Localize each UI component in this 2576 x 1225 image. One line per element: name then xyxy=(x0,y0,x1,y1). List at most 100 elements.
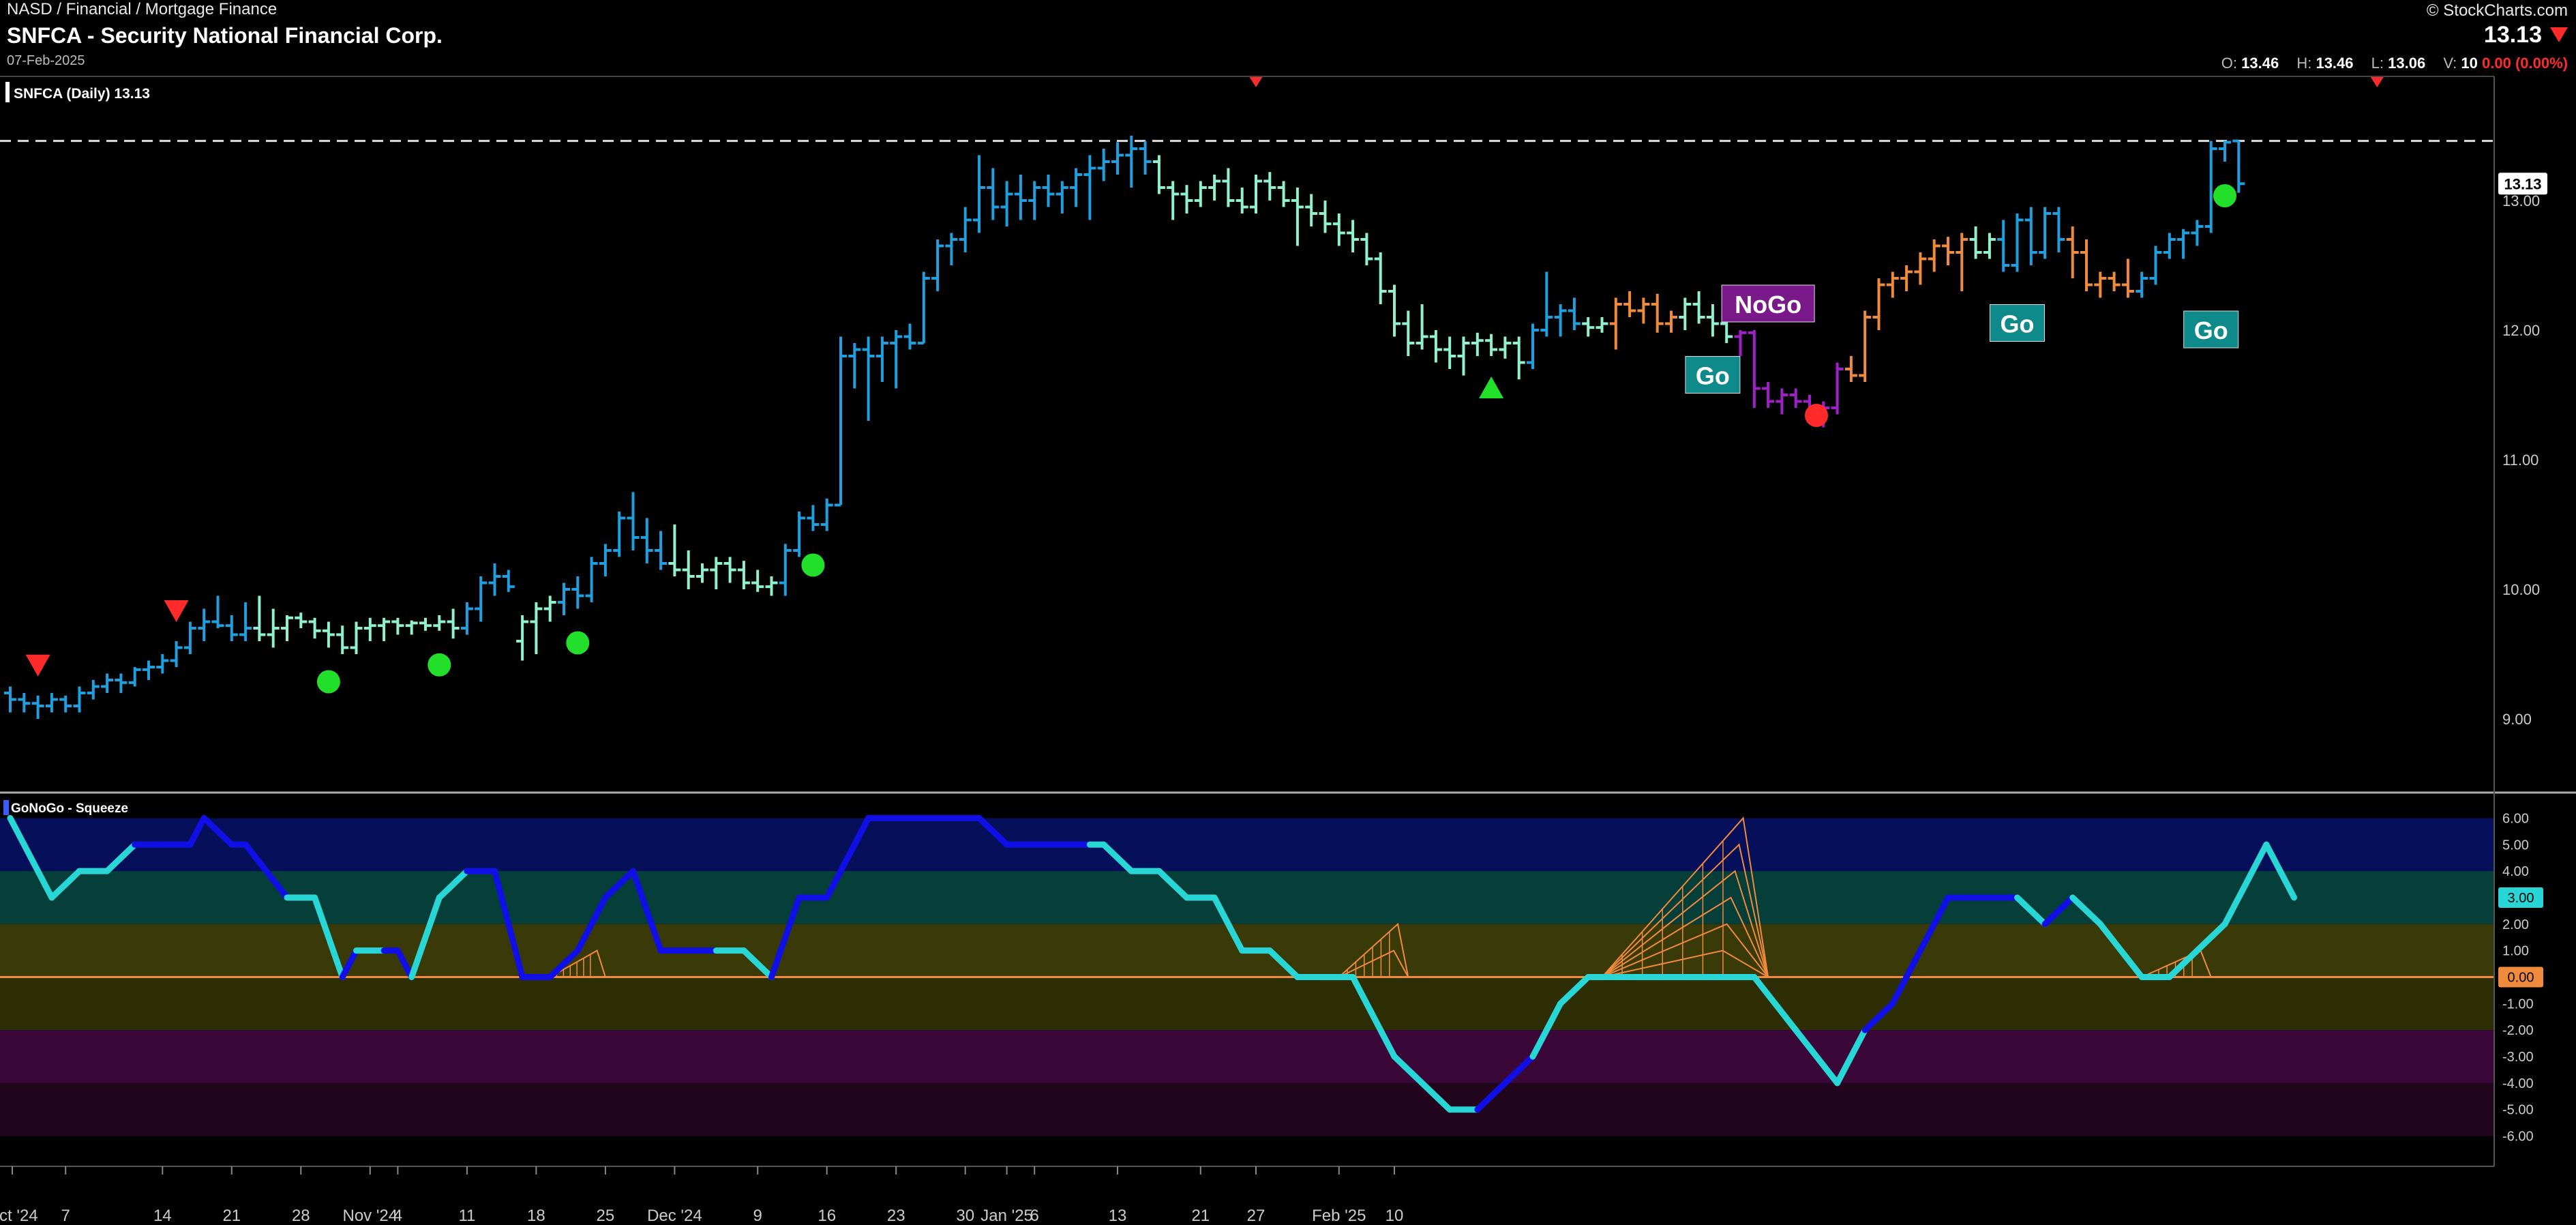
price-bar xyxy=(987,168,1000,220)
price-bar xyxy=(2024,207,2037,265)
price-bar xyxy=(627,492,640,550)
price-bar xyxy=(655,531,668,570)
price-bar xyxy=(1596,317,1608,333)
price-bar xyxy=(1042,175,1055,207)
price-bar xyxy=(45,693,58,713)
price-panel[interactable]: SNFCA (Daily) 13.13 Go NoGo Go Go xyxy=(0,76,2494,719)
price-bar xyxy=(488,563,501,596)
price-bar xyxy=(183,621,196,654)
price-bar xyxy=(2039,207,2052,259)
price-bar xyxy=(1956,233,1968,291)
price-bar xyxy=(1125,136,1138,188)
price-bar xyxy=(1416,304,1428,350)
price-bar xyxy=(1429,330,1442,363)
green-dot-icon xyxy=(316,670,340,694)
price-bar xyxy=(378,617,391,641)
osc-band xyxy=(0,818,2494,872)
label-text: Go xyxy=(1696,362,1730,390)
price-bar xyxy=(1180,185,1193,213)
price-y-tick: 13.00 xyxy=(2502,192,2540,209)
label-text: Go xyxy=(2194,316,2228,344)
go-label: Go xyxy=(1990,304,2045,342)
oscillator-panel[interactable]: GoNoGo - Squeeze xyxy=(0,800,2494,1136)
osc-band xyxy=(0,1030,2494,1083)
price-bar xyxy=(1360,233,1373,265)
price-bar xyxy=(18,693,31,713)
price-bar xyxy=(2094,271,2107,298)
price-bar xyxy=(710,557,723,589)
price-bar xyxy=(350,621,363,654)
x-tick-label: 4 xyxy=(393,1207,402,1225)
price-bar xyxy=(1859,310,1872,382)
price-bar xyxy=(156,654,169,674)
price-bar xyxy=(516,615,529,661)
price-bar xyxy=(1332,213,1345,246)
price-bar xyxy=(225,615,238,641)
price-bar xyxy=(1582,317,1595,337)
price-bar xyxy=(1235,188,1248,213)
price-bar xyxy=(2191,220,2204,246)
osc-legend: GoNoGo - Squeeze xyxy=(11,801,128,816)
price-bar xyxy=(2080,239,2093,291)
price-bar xyxy=(779,544,792,596)
price-bar xyxy=(862,336,875,421)
price-bar xyxy=(835,336,847,507)
price-bar xyxy=(363,617,376,641)
price-bar xyxy=(4,686,16,713)
down-triangle-icon xyxy=(2370,76,2384,87)
price-legend: SNFCA (Daily) 13.13 xyxy=(14,86,150,102)
price-bar xyxy=(696,563,708,583)
price-bar xyxy=(2232,139,2245,193)
price-bar xyxy=(1692,291,1705,324)
price-bar xyxy=(1997,220,2010,272)
price-bar xyxy=(281,615,293,641)
price-bar xyxy=(308,617,321,639)
price-y-tick: 11.00 xyxy=(2502,452,2538,469)
osc-y-tick: -6.00 xyxy=(2502,1130,2534,1145)
osc-legend-marker xyxy=(3,800,9,815)
price-bar xyxy=(502,570,515,592)
price-bar xyxy=(391,617,404,635)
zero-tag: 0.00 xyxy=(2508,971,2534,986)
price-bar xyxy=(2052,207,2065,252)
price-bar xyxy=(101,673,114,693)
price-bar xyxy=(2163,233,2176,259)
price-bar xyxy=(1471,332,1484,356)
price-bar xyxy=(1637,297,1650,324)
green-dot-icon xyxy=(801,553,825,577)
price-bar xyxy=(336,625,349,654)
price-bar xyxy=(682,550,695,589)
stock-chart[interactable]: SNFCA (Daily) 13.13 Go NoGo Go Go GoNoGo - S… xyxy=(0,0,2576,1225)
x-tick-label: 27 xyxy=(1247,1207,1265,1225)
x-tick-label: Dec '24 xyxy=(647,1207,702,1225)
green-dot-icon xyxy=(566,631,590,655)
osc-y-tick: 6.00 xyxy=(2502,811,2529,826)
price-bar xyxy=(1070,168,1083,207)
label-text: NoGo xyxy=(1735,291,1801,319)
price-bar xyxy=(170,641,183,667)
price-bar xyxy=(640,518,653,563)
osc-value-tag: 3.00 xyxy=(2508,891,2534,906)
osc-y-tick: -1.00 xyxy=(2502,997,2534,1012)
go-label: Go xyxy=(2183,310,2239,349)
osc-band xyxy=(0,1082,2494,1136)
price-bar xyxy=(1097,149,1110,181)
price-bar xyxy=(2136,271,2148,298)
price-bar xyxy=(1028,181,1041,220)
price-bar xyxy=(143,660,155,680)
x-tick-label: 11 xyxy=(458,1207,475,1225)
price-bar xyxy=(1776,388,1788,415)
x-tick-label: Feb '25 xyxy=(1312,1207,1366,1225)
price-bar xyxy=(1319,201,1332,233)
price-bar xyxy=(1263,172,1276,201)
price-bar xyxy=(1291,188,1304,246)
price-bar xyxy=(1305,194,1318,226)
price-bar xyxy=(613,512,626,557)
price-bar xyxy=(1527,323,1539,369)
label-text: Go xyxy=(2001,310,2035,338)
price-bar xyxy=(198,608,211,641)
price-bar xyxy=(460,602,473,635)
price-bar xyxy=(1402,310,1415,356)
price-bar xyxy=(1014,175,1027,220)
price-bar xyxy=(1748,330,1761,408)
